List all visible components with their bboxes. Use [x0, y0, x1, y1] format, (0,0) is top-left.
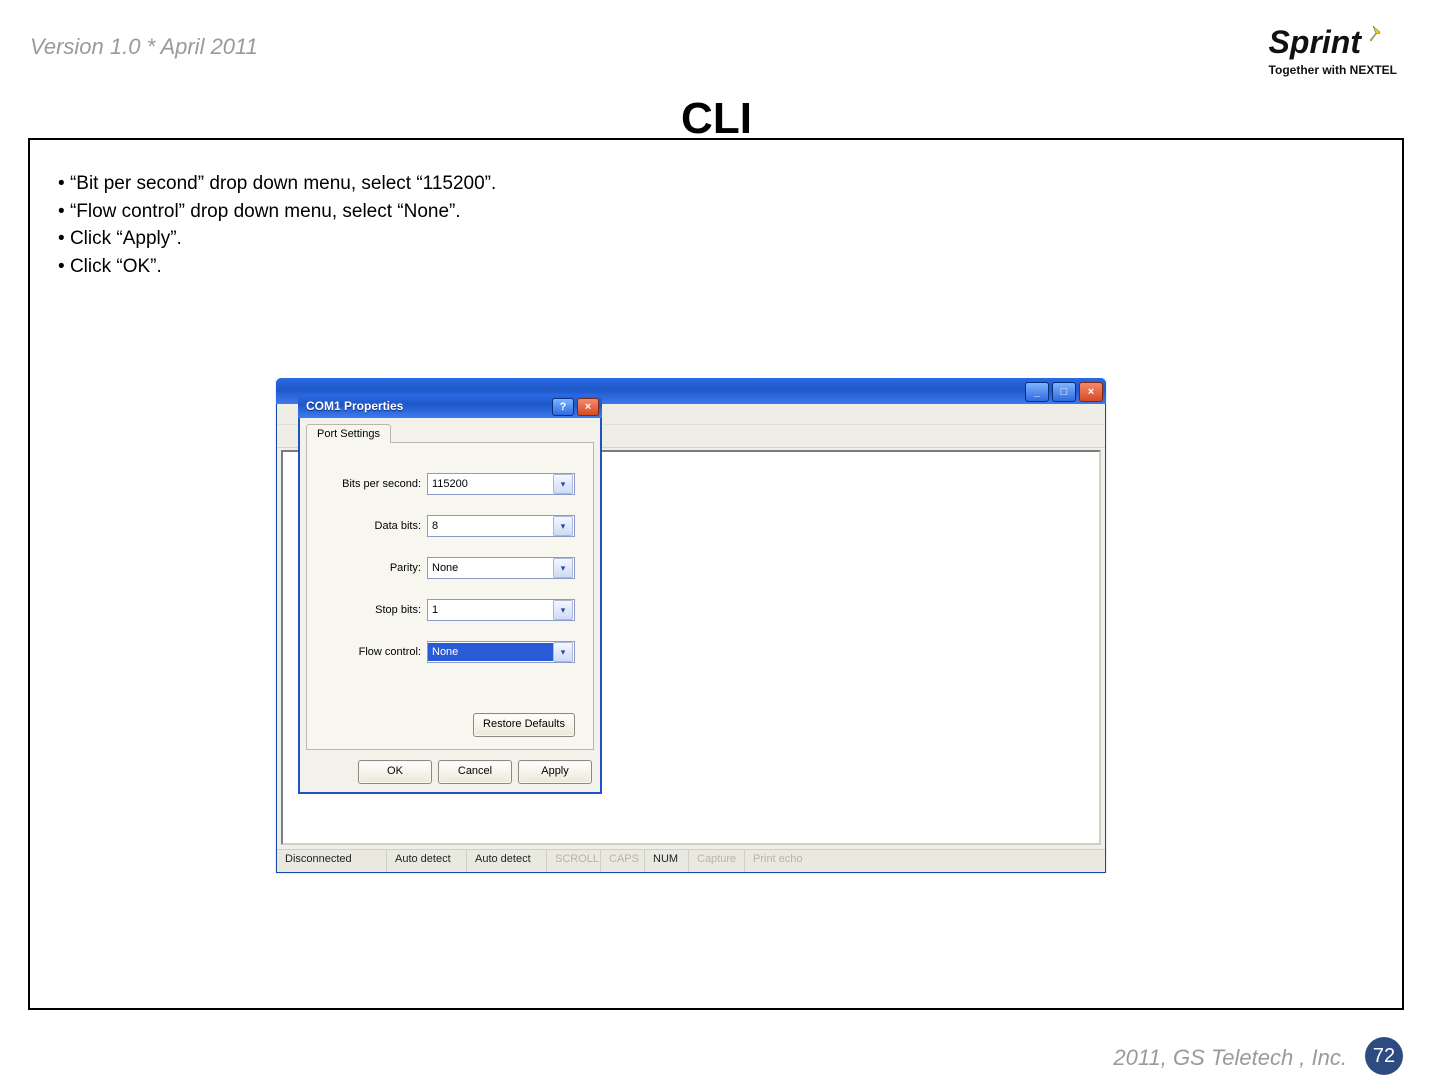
- parity-combo[interactable]: None ▾: [427, 557, 575, 579]
- version-text: Version 1.0 * April 2011: [30, 34, 258, 60]
- status-emulation-1: Auto detect: [387, 850, 467, 872]
- content-frame: • “Bit per second” drop down menu, selec…: [28, 138, 1404, 1010]
- page-title: CLI: [0, 94, 1433, 144]
- cancel-button[interactable]: Cancel: [438, 760, 512, 784]
- instruction-bullets: • “Bit per second” drop down menu, selec…: [58, 170, 496, 280]
- data-bits-label: Data bits:: [325, 520, 427, 532]
- bullet-item: • Click “OK”.: [58, 253, 496, 281]
- restore-defaults-button[interactable]: Restore Defaults: [473, 713, 575, 737]
- chevron-down-icon[interactable]: ▾: [553, 474, 573, 494]
- bits-per-second-combo[interactable]: 115200 ▾: [427, 473, 575, 495]
- flow-control-combo[interactable]: None ▾: [427, 641, 575, 663]
- bullet-text: Click “Apply”.: [70, 228, 182, 249]
- close-button[interactable]: ×: [1079, 382, 1103, 402]
- stop-bits-label: Stop bits:: [325, 604, 427, 616]
- hyperterminal-statusbar: Disconnected Auto detect Auto detect SCR…: [277, 849, 1105, 872]
- status-printecho: Print echo: [745, 850, 1105, 872]
- pin-icon: [1367, 24, 1387, 44]
- bullet-text: “Flow control” drop down menu, select “N…: [70, 201, 461, 222]
- data-bits-value: 8: [428, 517, 553, 535]
- com1-properties-dialog: COM1 Properties ? × Port Settings Bits p…: [298, 394, 602, 794]
- bullet-item: • “Flow control” drop down menu, select …: [58, 198, 496, 226]
- chevron-down-icon[interactable]: ▾: [553, 642, 573, 662]
- status-caps: CAPS: [601, 850, 645, 872]
- chevron-down-icon[interactable]: ▾: [553, 516, 573, 536]
- dialog-close-button[interactable]: ×: [577, 398, 599, 416]
- footer-copyright: 2011, GS Teletech , Inc.: [1113, 1045, 1347, 1071]
- bits-per-second-value: 115200: [428, 475, 553, 493]
- port-settings-panel: Bits per second: 115200 ▾ Data bits: 8 ▾: [306, 442, 594, 750]
- bullet-text: “Bit per second” drop down menu, select …: [70, 173, 496, 194]
- page-number-badge: 72: [1365, 1037, 1403, 1075]
- apply-button[interactable]: Apply: [518, 760, 592, 784]
- data-bits-combo[interactable]: 8 ▾: [427, 515, 575, 537]
- bullet-text: Click “OK”.: [70, 256, 162, 277]
- dialog-title: COM1 Properties: [298, 399, 403, 413]
- chevron-down-icon[interactable]: ▾: [553, 600, 573, 620]
- flow-control-label: Flow control:: [325, 646, 427, 658]
- parity-value: None: [428, 559, 553, 577]
- stop-bits-combo[interactable]: 1 ▾: [427, 599, 575, 621]
- status-capture: Capture: [689, 850, 745, 872]
- parity-label: Parity:: [325, 562, 427, 574]
- logo-text: Sprint: [1269, 24, 1361, 61]
- status-scroll: SCROLL: [547, 850, 601, 872]
- sprint-logo: Sprint Together with NEXTEL: [1269, 24, 1397, 77]
- maximize-button[interactable]: □: [1052, 382, 1076, 402]
- status-num: NUM: [645, 850, 689, 872]
- flow-control-value: None: [428, 643, 553, 661]
- ok-button[interactable]: OK: [358, 760, 432, 784]
- chevron-down-icon[interactable]: ▾: [553, 558, 573, 578]
- logo-tagline: Together with NEXTEL: [1269, 63, 1397, 77]
- bullet-item: • Click “Apply”.: [58, 225, 496, 253]
- bullet-item: • “Bit per second” drop down menu, selec…: [58, 170, 496, 198]
- minimize-button[interactable]: _: [1025, 382, 1049, 402]
- status-emulation-2: Auto detect: [467, 850, 547, 872]
- help-button[interactable]: ?: [552, 398, 574, 416]
- status-connection: Disconnected: [277, 850, 387, 872]
- dialog-titlebar[interactable]: COM1 Properties ? ×: [298, 394, 602, 418]
- tab-port-settings[interactable]: Port Settings: [306, 424, 391, 443]
- stop-bits-value: 1: [428, 601, 553, 619]
- bits-per-second-label: Bits per second:: [325, 478, 427, 490]
